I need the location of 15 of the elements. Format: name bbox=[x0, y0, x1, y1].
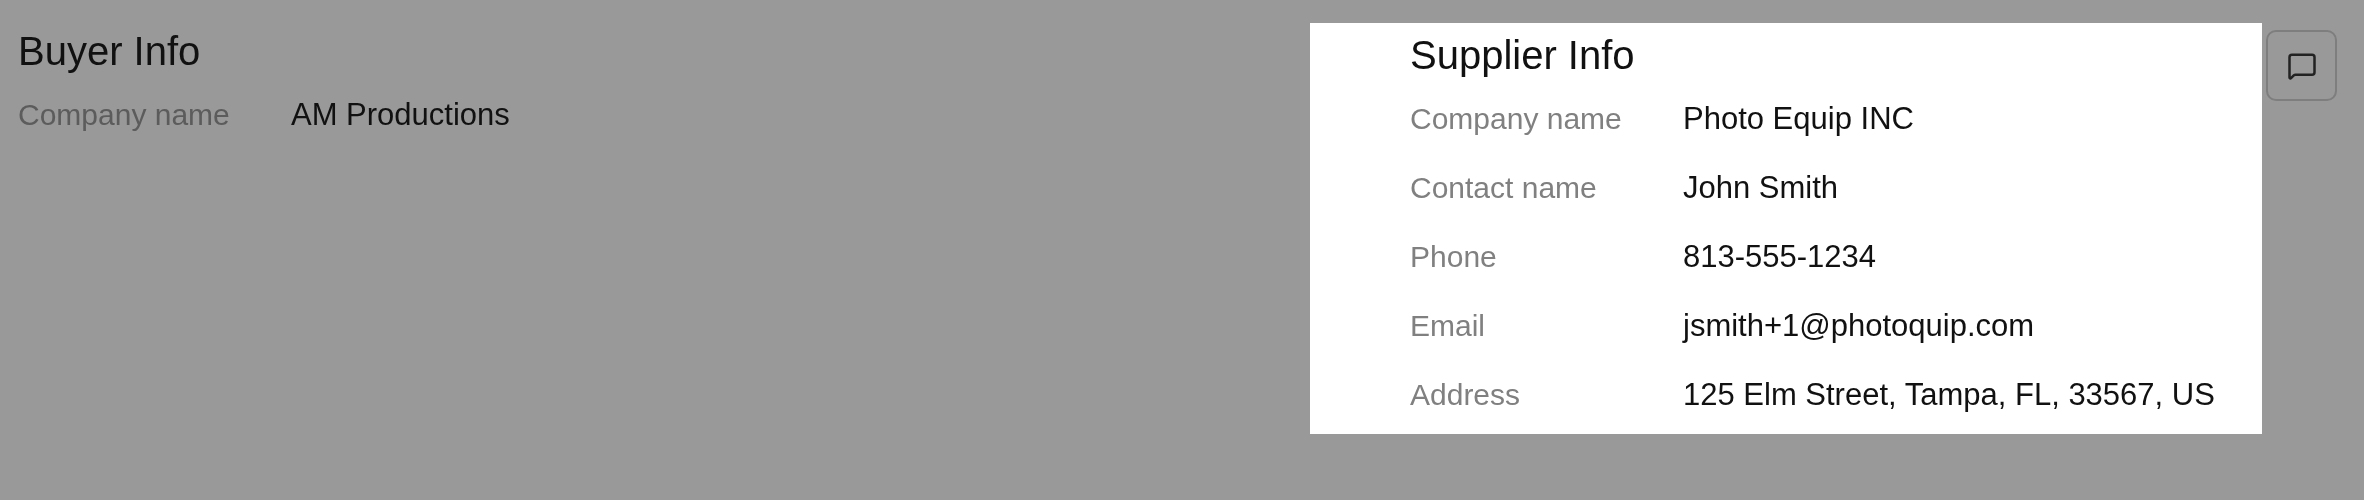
comment-button[interactable] bbox=[2266, 30, 2337, 101]
field-value: John Smith bbox=[1683, 171, 1839, 205]
field-value: 813-555-1234 bbox=[1683, 240, 1877, 274]
field-value: jsmith+1@photoquip.com bbox=[1683, 309, 2035, 343]
field-value: AM Productions bbox=[291, 98, 510, 132]
field-label: Address bbox=[1410, 378, 1522, 412]
field-label: Company name bbox=[1410, 102, 1623, 136]
section-title: Supplier Info bbox=[1410, 32, 1635, 79]
section-title: Buyer Info bbox=[18, 28, 201, 75]
field-label: Company name bbox=[18, 98, 231, 132]
field-label: Email bbox=[1410, 309, 1486, 343]
field-label: Phone bbox=[1410, 240, 1498, 274]
field-value: Photo Equip INC bbox=[1683, 102, 1914, 136]
field-value: 125 Elm Street, Tampa, FL, 33567, US bbox=[1683, 378, 2215, 412]
field-label: Contact name bbox=[1410, 171, 1598, 205]
